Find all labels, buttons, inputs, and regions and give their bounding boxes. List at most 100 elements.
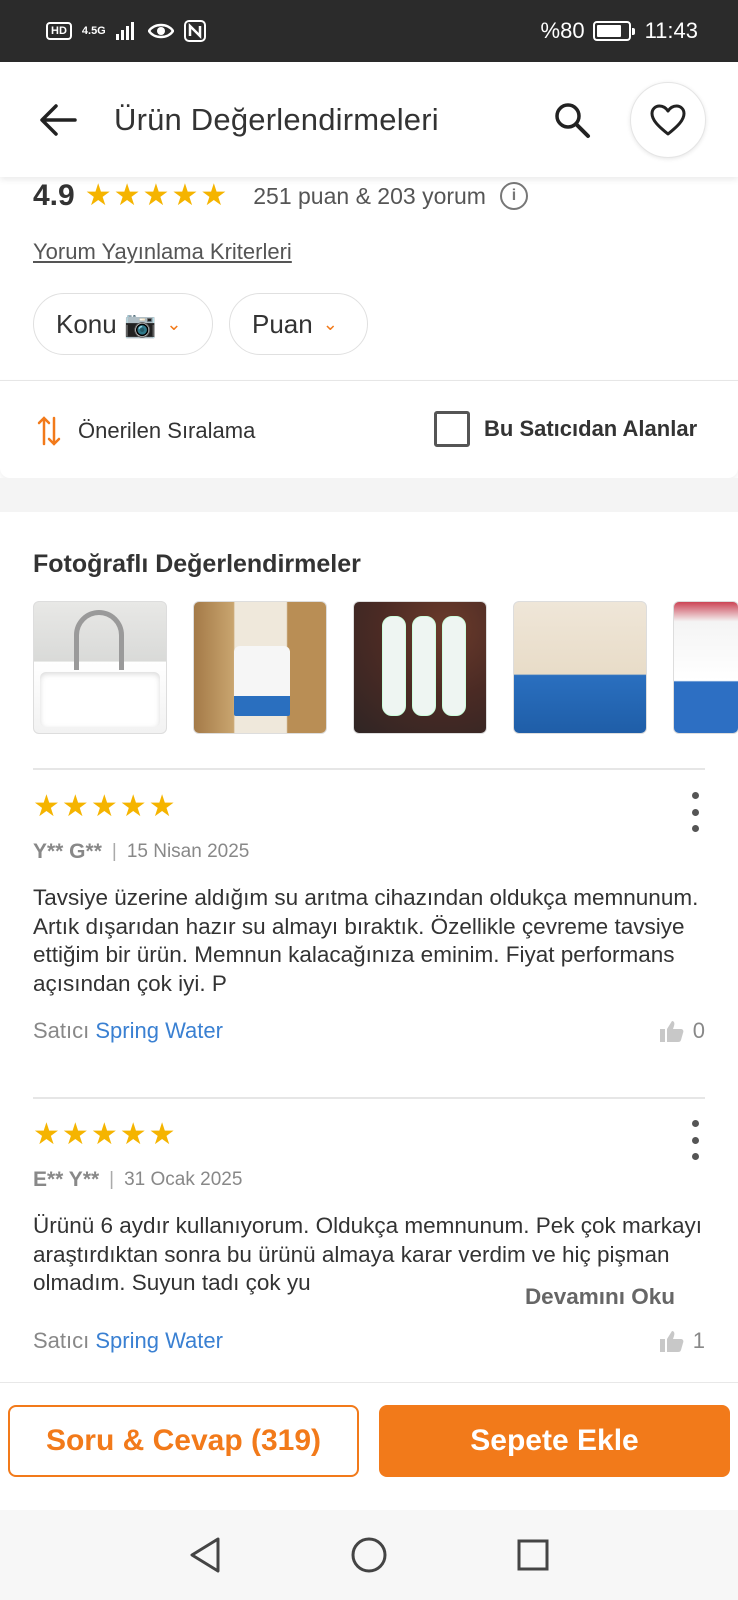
more-options-icon[interactable] xyxy=(685,792,705,832)
triangle-back-icon xyxy=(190,1537,220,1573)
review-photo[interactable] xyxy=(193,601,327,734)
reviews-section: Fotoğraflı Değerlendirmeler ★ ★ ★ ★ ★ Y*… xyxy=(0,512,738,1382)
review-author: E** Y** xyxy=(33,1168,100,1191)
star-icon: ★ xyxy=(171,179,199,212)
thumbs-up-icon xyxy=(659,1021,684,1042)
review-meta: Y** G** | 15 Nisan 2025 xyxy=(33,840,705,864)
star-icon: ★ xyxy=(33,790,60,823)
eye-icon xyxy=(147,23,174,39)
review-photo[interactable] xyxy=(33,601,167,734)
section-gap xyxy=(0,478,738,512)
star-icon: ★ xyxy=(61,790,89,823)
signal-icon xyxy=(115,22,134,40)
rating-count: 251 puan & 203 yorum xyxy=(253,182,486,209)
review-photo[interactable] xyxy=(673,601,738,734)
heart-icon xyxy=(650,104,686,136)
network-indicator: 4.5G xyxy=(81,24,106,37)
like-button[interactable]: 1 xyxy=(659,1328,705,1354)
sort-label: Önerilen Sıralama xyxy=(78,418,256,443)
back-button[interactable] xyxy=(36,98,80,142)
status-left: HD 4.5G xyxy=(46,20,206,42)
seller-filter[interactable]: Bu Satıcıdan Alanlar xyxy=(434,411,697,447)
battery-icon xyxy=(592,21,635,41)
review-meta: E** Y** | 31 Ocak 2025 xyxy=(33,1168,705,1192)
seller-filter-label: Bu Satıcıdan Alanlar xyxy=(484,416,698,441)
star-icon: ★ xyxy=(119,790,147,823)
seller-row: Satıcı Spring Water xyxy=(33,1328,223,1354)
read-more-link[interactable]: Devamını Oku xyxy=(478,1284,675,1310)
nav-back-button[interactable] xyxy=(183,1533,227,1577)
star-icon: ★ xyxy=(84,179,112,212)
search-icon xyxy=(555,103,590,138)
star-icon: ★ xyxy=(90,790,118,823)
seller-prefix: Satıcı xyxy=(33,1328,90,1353)
like-count: 1 xyxy=(692,1328,705,1353)
system-nav-bar xyxy=(0,1510,738,1600)
review-photo[interactable] xyxy=(353,601,487,734)
star-icon: ★ xyxy=(148,790,176,823)
photo-reviews-title: Fotoğraflı Değerlendirmeler xyxy=(33,550,361,578)
nfc-icon xyxy=(183,20,206,42)
nav-home-button[interactable] xyxy=(347,1533,391,1577)
star-icon: ★ xyxy=(142,179,170,212)
status-bar: HD 4.5G %80 11:43 xyxy=(0,0,738,62)
nav-recents-button[interactable] xyxy=(511,1533,555,1577)
seller-row: Satıcı Spring Water xyxy=(33,1018,223,1044)
page-title: Ürün Değerlendirmeleri xyxy=(114,102,439,137)
criteria-link[interactable]: Yorum Yayınlama Kriterleri xyxy=(33,239,292,265)
seller-filter-checkbox[interactable] xyxy=(434,411,470,447)
filter-chip-label: Puan xyxy=(252,308,313,339)
filter-chip-puan[interactable]: Puan ⌄ xyxy=(229,293,368,355)
rating-summary: 4.9 ★ ★ ★ ★ ★ 251 puan & 203 yorum i Yor… xyxy=(0,177,738,377)
search-button[interactable] xyxy=(550,98,594,142)
review-date: 31 Ocak 2025 xyxy=(124,1169,243,1190)
review-item: ★ ★ ★ ★ ★ E** Y** | 31 Ocak 2025 Ürünü 6… xyxy=(33,1120,705,1380)
review-stars: ★ ★ ★ ★ ★ xyxy=(33,792,705,822)
divider xyxy=(33,1097,705,1099)
like-button[interactable]: 0 xyxy=(659,1018,705,1044)
photo-strip xyxy=(33,601,738,734)
review-author: Y** G** xyxy=(33,840,102,863)
sort-button[interactable]: Önerilen Sıralama xyxy=(36,414,255,448)
meta-separator: | xyxy=(109,1169,115,1190)
sort-icon xyxy=(37,416,61,446)
review-date: 15 Nisan 2025 xyxy=(126,841,250,862)
rating-row: 4.9 ★ ★ ★ ★ ★ 251 puan & 203 yorum i xyxy=(33,179,528,213)
star-icon: ★ xyxy=(113,179,141,212)
chevron-down-icon: ⌄ xyxy=(322,313,338,334)
battery-percent: %80 xyxy=(540,18,585,43)
seller-link[interactable]: Spring Water xyxy=(95,1018,223,1043)
rating-stars: ★ ★ ★ ★ ★ xyxy=(85,181,228,211)
favorite-button[interactable] xyxy=(630,82,706,158)
star-icon: ★ xyxy=(61,1118,89,1151)
seller-link[interactable]: Spring Water xyxy=(95,1328,223,1353)
more-options-icon[interactable] xyxy=(685,1120,705,1160)
seller-prefix: Satıcı xyxy=(33,1018,90,1043)
bottom-action-bar: Soru & Cevap (319) Sepete Ekle xyxy=(0,1382,738,1510)
filter-chip-konu[interactable]: Konu 📷 ⌄ xyxy=(33,293,213,355)
review-stars: ★ ★ ★ ★ ★ xyxy=(33,1120,705,1150)
like-count: 0 xyxy=(692,1018,705,1043)
review-item: ★ ★ ★ ★ ★ Y** G** | 15 Nisan 2025 Tavsiy… xyxy=(33,792,705,1092)
star-icon: ★ xyxy=(148,1118,176,1151)
hd-indicator: HD xyxy=(46,22,72,40)
star-icon: ★ xyxy=(33,1118,60,1151)
divider xyxy=(33,768,705,770)
star-icon: ★ xyxy=(200,179,228,212)
review-text: Tavsiye üzerine aldığım su arıtma cihazı… xyxy=(33,885,699,996)
circle-home-icon xyxy=(351,1537,387,1573)
chevron-down-icon: ⌄ xyxy=(166,313,182,334)
review-photo[interactable] xyxy=(513,601,647,734)
sort-bar: Önerilen Sıralama Bu Satıcıdan Alanlar xyxy=(0,380,738,478)
info-icon[interactable]: i xyxy=(499,182,528,210)
meta-separator: | xyxy=(111,841,117,862)
arrow-left-icon xyxy=(40,104,77,136)
filter-chip-label: Konu 📷 xyxy=(56,308,157,339)
qa-button[interactable]: Soru & Cevap (319) xyxy=(8,1405,359,1477)
thumbs-up-icon xyxy=(659,1331,684,1352)
status-right: %80 11:43 xyxy=(541,18,698,44)
star-icon: ★ xyxy=(119,1118,147,1151)
app-header: Ürün Değerlendirmeleri xyxy=(0,62,738,177)
square-recents-icon xyxy=(517,1539,549,1571)
add-to-cart-button[interactable]: Sepete Ekle xyxy=(379,1405,730,1477)
